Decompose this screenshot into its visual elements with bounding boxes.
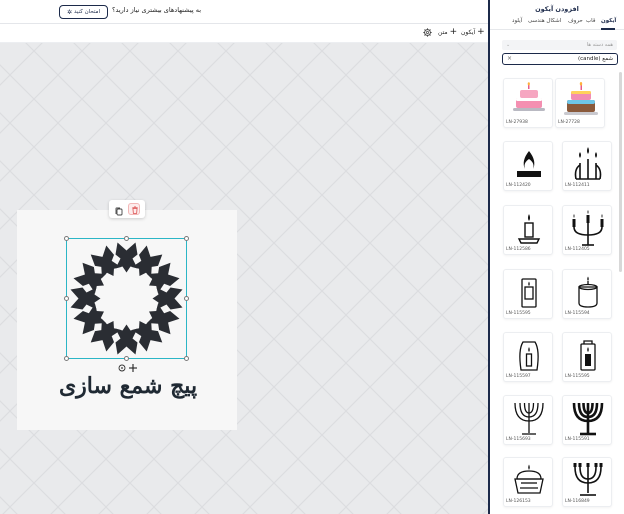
candle-vase-icon bbox=[519, 341, 539, 371]
icon-code: LN-27728 bbox=[558, 120, 580, 125]
icon-code: LN-27938 bbox=[506, 120, 528, 125]
cake-icon bbox=[513, 82, 545, 111]
search-input[interactable] bbox=[502, 53, 618, 65]
cupcake-icon bbox=[514, 464, 544, 494]
tab-frames[interactable]: قاب bbox=[586, 18, 595, 24]
icon-code: LN-115693 bbox=[506, 437, 531, 442]
icon-card[interactable]: LN-126153 bbox=[503, 457, 553, 507]
element-actions bbox=[109, 200, 145, 218]
add-icon-button[interactable]: آیکون + bbox=[461, 27, 485, 37]
canvas-area[interactable]: پیچ شمع سازی bbox=[0, 43, 489, 514]
icon-card[interactable]: LN-112411 bbox=[562, 141, 612, 191]
icon-code: LN-115595 bbox=[565, 374, 590, 379]
icon-grid: LN-27728 LN-27938 LN-112411 LN-112420 LN… bbox=[490, 72, 624, 514]
resize-handle[interactable] bbox=[64, 296, 69, 301]
panel-title: افزودن آیکون bbox=[535, 5, 579, 13]
flame-icon bbox=[517, 151, 541, 177]
plus-icon: + bbox=[449, 27, 458, 37]
icon-card[interactable]: LN-115595 bbox=[503, 269, 553, 319]
resize-handle[interactable] bbox=[184, 236, 189, 241]
tab-shapes[interactable]: اشکال هندسی bbox=[528, 18, 561, 24]
menorah-icon bbox=[573, 463, 603, 496]
icon-card[interactable]: LN-115597 bbox=[503, 332, 553, 382]
icon-card[interactable]: LN-112420 bbox=[503, 141, 553, 191]
add-text-label: متن bbox=[438, 28, 448, 36]
gear-icon[interactable] bbox=[423, 28, 432, 37]
icon-card[interactable]: LN-27728 bbox=[555, 78, 605, 128]
delete-button[interactable] bbox=[128, 203, 140, 215]
icon-card[interactable]: LN-115591 bbox=[562, 395, 612, 445]
icon-card[interactable]: LN-112586 bbox=[503, 205, 553, 255]
tab-upload[interactable]: آیلود bbox=[512, 18, 522, 24]
menorah-icon bbox=[514, 402, 544, 435]
lantern-icon bbox=[580, 340, 596, 371]
menorah-icon bbox=[572, 402, 604, 436]
icon-code: LN-112405 bbox=[565, 247, 590, 252]
add-icon-panel: افزودن آیکون آیکون قاب حروف اشکال هندسی … bbox=[490, 0, 624, 514]
duplicate-button[interactable] bbox=[113, 203, 125, 216]
candle-jar-icon bbox=[578, 276, 598, 308]
icon-code: LN-112411 bbox=[565, 183, 590, 188]
panel-tabs: آیکون قاب حروف اشکال هندسی آیلود bbox=[490, 16, 624, 30]
suggestion-banner: امتحان کنید ✲ به پیشنهادهای بیشتری نیاز … bbox=[0, 0, 489, 24]
icon-card[interactable]: LN-115594 bbox=[562, 269, 612, 319]
resize-handle[interactable] bbox=[124, 356, 129, 361]
icon-card[interactable]: LN-27938 bbox=[503, 78, 553, 128]
icon-card[interactable]: LN-115693 bbox=[503, 395, 553, 445]
sparkle-icon: ✲ bbox=[67, 8, 73, 16]
icon-code: LN-126153 bbox=[506, 499, 531, 504]
candle-jar-icon bbox=[521, 278, 537, 308]
icon-code: LN-116849 bbox=[565, 499, 590, 504]
try-button-label: امتحان کنید bbox=[74, 9, 101, 15]
cake-icon bbox=[564, 82, 598, 115]
icon-card[interactable]: LN-112405 bbox=[562, 205, 612, 255]
icon-card[interactable]: LN-116849 bbox=[562, 457, 612, 507]
plus-icon: + bbox=[477, 27, 485, 37]
resize-handle[interactable] bbox=[64, 236, 69, 241]
resize-handle[interactable] bbox=[184, 296, 189, 301]
selection-box[interactable] bbox=[64, 236, 189, 361]
editor-toolbar: آیکون + متن + bbox=[0, 24, 489, 43]
panel-scrollbar[interactable] bbox=[619, 72, 622, 272]
clear-icon[interactable]: × bbox=[507, 55, 512, 62]
canvas-text[interactable]: پیچ شمع سازی bbox=[40, 373, 216, 399]
icon-code: LN-112586 bbox=[506, 247, 531, 252]
category-select-value: همه دسته ها bbox=[586, 42, 613, 48]
copy-icon bbox=[115, 207, 123, 216]
move-icon[interactable] bbox=[128, 363, 138, 373]
candle-holder-icon bbox=[517, 214, 541, 244]
banner-message: به پیشنهادهای بیشتری نیاز دارید؟ bbox=[112, 6, 202, 14]
icon-code: LN-115595 bbox=[506, 311, 531, 316]
app-window: امتحان کنید ✲ به پیشنهادهای بیشتری نیاز … bbox=[0, 0, 624, 514]
resize-handle[interactable] bbox=[64, 356, 69, 361]
icon-card[interactable]: LN-115595 bbox=[562, 332, 612, 382]
icon-code: LN-115591 bbox=[565, 437, 590, 442]
active-tab-indicator bbox=[601, 28, 615, 30]
trash-icon bbox=[131, 205, 138, 214]
icon-code: LN-115594 bbox=[565, 311, 590, 316]
chevron-down-icon: ⌄ bbox=[506, 42, 511, 48]
candelabra-icon bbox=[572, 210, 604, 246]
resize-handle[interactable] bbox=[124, 236, 129, 241]
tab-icons[interactable]: آیکون bbox=[601, 18, 616, 24]
icon-code: LN-112420 bbox=[506, 183, 531, 188]
add-text-button[interactable]: متن + bbox=[438, 27, 458, 37]
try-button[interactable]: امتحان کنید ✲ bbox=[59, 5, 108, 19]
category-select[interactable]: همه دسته ها ⌄ bbox=[502, 40, 617, 50]
tab-letters[interactable]: حروف bbox=[568, 18, 583, 24]
add-icon-label: آیکون bbox=[461, 28, 476, 36]
candles-icon bbox=[574, 147, 602, 180]
resize-handle[interactable] bbox=[184, 356, 189, 361]
rotate-icon[interactable] bbox=[118, 364, 126, 372]
icon-code: LN-115597 bbox=[506, 374, 531, 379]
